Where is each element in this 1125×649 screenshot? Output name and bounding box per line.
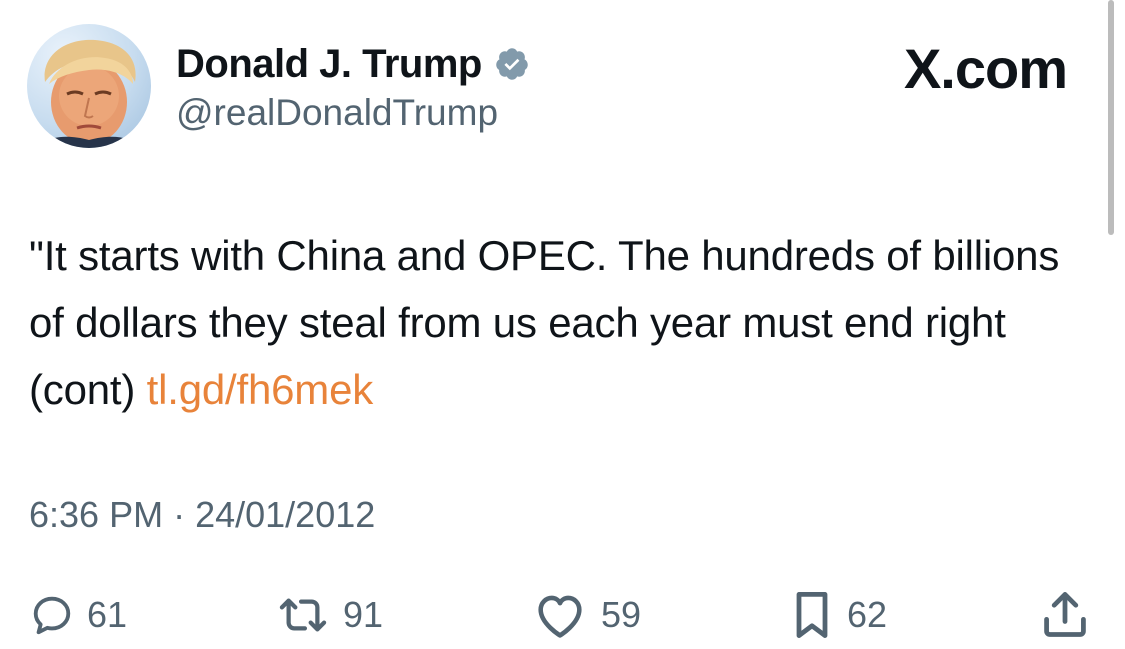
tweet-card: Donald J. Trump @realDonaldTrump X.com "… [0,0,1125,649]
bookmark-icon [796,592,828,638]
action-bar: 61 91 59 62 [29,585,1099,645]
avatar-portrait-icon [37,39,141,148]
share-button[interactable] [1039,585,1091,645]
display-name[interactable]: Donald J. Trump [176,42,482,87]
bookmark-count: 62 [847,594,888,635]
bookmark-button[interactable]: 62 [789,585,887,645]
repost-button[interactable]: 91 [275,585,383,645]
scrollbar[interactable] [1108,0,1114,235]
like-count: 59 [601,594,642,635]
meta-separator: · [163,494,196,535]
reply-icon [33,596,71,635]
name-row: Donald J. Trump [176,40,530,88]
verified-badge-icon [494,46,530,82]
repost-icon [279,598,327,632]
repost-count: 91 [343,594,384,635]
avatar[interactable] [27,24,151,148]
share-icon [1044,592,1086,637]
like-button[interactable]: 59 [531,585,641,645]
tweet-date: 24/01/2012 [195,494,376,535]
brand-logo: X.com [903,37,1068,100]
reply-button[interactable]: 61 [29,585,127,645]
reply-count: 61 [87,594,128,635]
tweet-text: "It starts with China and OPEC. The hund… [29,222,1089,423]
heart-icon [538,595,582,638]
tweet-timestamp[interactable]: 6:36 PM · 24/01/2012 [29,494,375,536]
user-handle[interactable]: @realDonaldTrump [176,92,498,134]
tweet-link[interactable]: tl.gd/fh6mek [147,366,374,413]
tweet-time: 6:36 PM [29,494,164,535]
